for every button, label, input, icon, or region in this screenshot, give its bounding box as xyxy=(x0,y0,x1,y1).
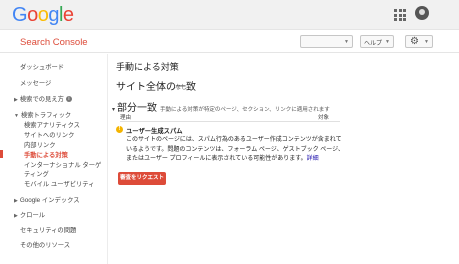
sidebar-item-internal-links[interactable]: 内部リンク xyxy=(24,140,55,149)
page-title: 手動による対策 xyxy=(116,62,179,72)
request-review-button[interactable]: 審査をリクエスト xyxy=(118,172,166,185)
sidebar-item-search-analytics[interactable]: 検索アナリティクス xyxy=(24,120,80,129)
issue-description-line: このサイトのページには、スパム行為のあるユーザー作成コンテンツが含まれて xyxy=(126,137,342,143)
logo-letter: e xyxy=(62,4,74,26)
sidebar-item-messages[interactable]: メッセージ xyxy=(20,78,51,87)
app-title[interactable]: Search Console xyxy=(20,37,88,48)
sidebar-item-search-traffic[interactable]: ▼ 検索トラフィック xyxy=(14,110,71,119)
sidebar-item-intl-targeting[interactable]: インターナショナル ターゲ xyxy=(24,160,101,169)
site-selector[interactable]: ▼ xyxy=(300,35,353,48)
sidebar-item-label: 検索トラフィック xyxy=(20,112,72,119)
help-label: ヘルプ xyxy=(364,41,383,47)
triangle-right-icon: ▶ xyxy=(14,97,18,103)
logo-letter: g xyxy=(48,4,59,26)
sidebar-item-crawl[interactable]: ▶ クロール xyxy=(14,210,45,219)
sidebar-item-search-appearance[interactable]: ▶ 検索での見え方 i xyxy=(14,94,72,103)
triangle-right-icon: ▶ xyxy=(14,213,18,219)
sidebar-item-links-to-site[interactable]: サイトへのリンク xyxy=(24,130,74,139)
info-icon[interactable]: i xyxy=(65,96,72,103)
details-link[interactable]: 詳細 xyxy=(307,156,319,162)
site-wide-status: なし xyxy=(175,85,188,91)
logo-letter: o xyxy=(37,4,49,26)
sidebar-item-other-resources[interactable]: その他のリソース xyxy=(20,240,70,249)
logo-letter: o xyxy=(27,4,38,26)
apps-grid-icon[interactable] xyxy=(394,9,406,21)
chevron-down-icon: ▼ xyxy=(424,39,429,45)
sidebar-item-label: 検索での見え方 xyxy=(19,96,64,103)
sidebar-item-label: Google インデックス xyxy=(19,197,80,204)
column-header-target: 対象 xyxy=(318,115,330,121)
warning-icon: ! xyxy=(116,126,123,133)
sidebar-item-google-index[interactable]: ▶ Google インデックス xyxy=(14,195,80,204)
active-indicator xyxy=(0,150,3,158)
sidebar-item-dashboard[interactable]: ダッシュボード xyxy=(20,62,64,71)
help-button[interactable]: ヘルプ ▼ xyxy=(360,35,394,48)
settings-button[interactable]: ⚙ ▼ xyxy=(405,35,433,48)
issue-description: このサイトのページには、スパム行為のあるユーザー作成コンテンツが含まれて いるよ… xyxy=(126,136,361,165)
logo-letter: G xyxy=(12,4,28,26)
google-logo[interactable]: Google xyxy=(12,4,74,27)
triangle-down-icon: ▾ xyxy=(112,107,116,113)
sidebar-item-manual-actions[interactable]: 手動による対策 xyxy=(24,150,68,159)
issue-title: ユーザー生成スパム xyxy=(126,128,183,135)
sidebar-item-mobile-usability[interactable]: モバイル ユーザビリティ xyxy=(24,179,95,188)
chevron-down-icon: ▼ xyxy=(344,39,349,45)
app-header: Search Console ▼ ヘルプ ▼ ⚙ ▼ xyxy=(0,30,459,53)
column-header-reason: 理由 xyxy=(120,115,132,121)
triangle-right-icon: ▶ xyxy=(14,198,18,204)
sidebar: ダッシュボード メッセージ ▶ 検索での見え方 i ▼ 検索トラフィック 検索アナリテ… xyxy=(0,54,108,264)
triangle-down-icon: ▼ xyxy=(14,113,19,119)
issue-description-line: いるようです。問題のコンテンツは、フォーラム ページ、ゲストブック ページ、 xyxy=(126,146,344,153)
chevron-down-icon: ▼ xyxy=(385,39,390,45)
sidebar-item-intl-targeting-cont[interactable]: ティング xyxy=(24,169,49,178)
sidebar-item-label: クロール xyxy=(19,212,46,219)
account-avatar-icon[interactable] xyxy=(415,6,429,20)
gear-icon: ⚙ xyxy=(410,36,419,47)
google-top-bar: Google xyxy=(0,0,459,30)
issue-description-line: またはユーザー プロフィールに表示されている可能性があります。 xyxy=(126,156,307,162)
sidebar-item-security-issues[interactable]: セキュリティの問題 xyxy=(20,225,76,234)
table-header: 理由 対象 xyxy=(120,113,340,122)
